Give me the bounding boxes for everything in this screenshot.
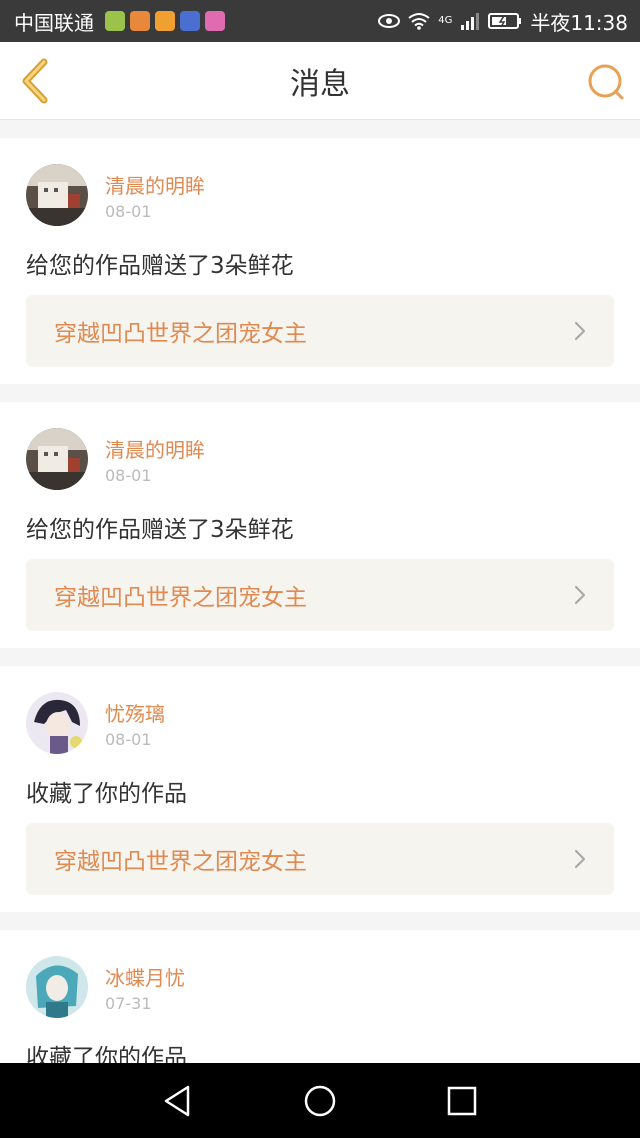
message-date: 08-01 [105,202,152,221]
avatar[interactable] [26,956,88,1018]
chevron-right-icon [574,849,586,869]
message-card: 冰蝶月忧 07-31 收藏了你的作品 [0,930,640,1063]
work-title: 穿越凹凸世界之团宠女主 [54,849,307,875]
navigation-bar [0,1063,640,1138]
page-title: 消息 [290,66,350,102]
signal-icon [461,13,480,30]
square-recents-icon[interactable] [444,1083,480,1119]
work-title: 穿越凹凸世界之团宠女主 [54,585,307,611]
avatar[interactable] [26,428,88,490]
user-name[interactable]: 忧殇璃 [105,698,165,727]
battery-icon [488,13,522,29]
message-date: 08-01 [105,466,152,485]
uc-app-icon [180,11,200,31]
message-text: 收藏了你的作品 [26,1045,187,1063]
status-bar: 中国联通 4G 半夜11:38 [0,0,640,42]
message-card: 清晨的明眸 08-01 给您的作品赠送了3朵鲜花 穿越凹凸世界之团宠女主 [0,138,640,384]
eye-icon [378,14,401,28]
chevron-right-icon [574,585,586,605]
carrier-label: 中国联通 [14,10,94,35]
message-list[interactable]: 清晨的明眸 08-01 给您的作品赠送了3朵鲜花 穿越凹凸世界之团宠女主 清晨的… [0,138,640,1063]
network-label: 4G [438,14,453,26]
circle-home-icon[interactable] [302,1083,338,1119]
message-text: 给您的作品赠送了3朵鲜花 [26,517,294,543]
work-title: 穿越凹凸世界之团宠女主 [54,321,307,347]
avatar[interactable] [26,692,88,754]
message-text: 给您的作品赠送了3朵鲜花 [26,253,294,279]
message-date: 08-01 [105,730,152,749]
work-link[interactable]: 穿越凹凸世界之团宠女主 [26,823,614,895]
camera-app-icon [205,11,225,31]
work-link[interactable]: 穿越凹凸世界之团宠女主 [26,295,614,367]
wifi-icon [408,13,430,30]
chat-app-icon [105,11,125,31]
message-date: 07-31 [105,994,152,1013]
work-link[interactable]: 穿越凹凸世界之团宠女主 [26,559,614,631]
message-text: 收藏了你的作品 [26,781,187,807]
clock: 半夜11:38 [530,10,628,35]
message-card: 清晨的明眸 08-01 给您的作品赠送了3朵鲜花 穿越凹凸世界之团宠女主 [0,402,640,648]
user-name[interactable]: 冰蝶月忧 [105,962,185,991]
user-name[interactable]: 清晨的明眸 [105,434,205,463]
user-name[interactable]: 清晨的明眸 [105,170,205,199]
weibo-app-icon [130,11,150,31]
chevron-right-icon [574,321,586,341]
chevron-left-icon[interactable] [16,58,56,104]
avatar[interactable] [26,164,88,226]
message-card: 忧殇璃 08-01 收藏了你的作品 穿越凹凸世界之团宠女主 [0,666,640,912]
shop-app-icon [155,11,175,31]
search-icon[interactable] [586,62,626,102]
header: 消息 [0,42,640,120]
triangle-back-icon[interactable] [160,1083,196,1119]
